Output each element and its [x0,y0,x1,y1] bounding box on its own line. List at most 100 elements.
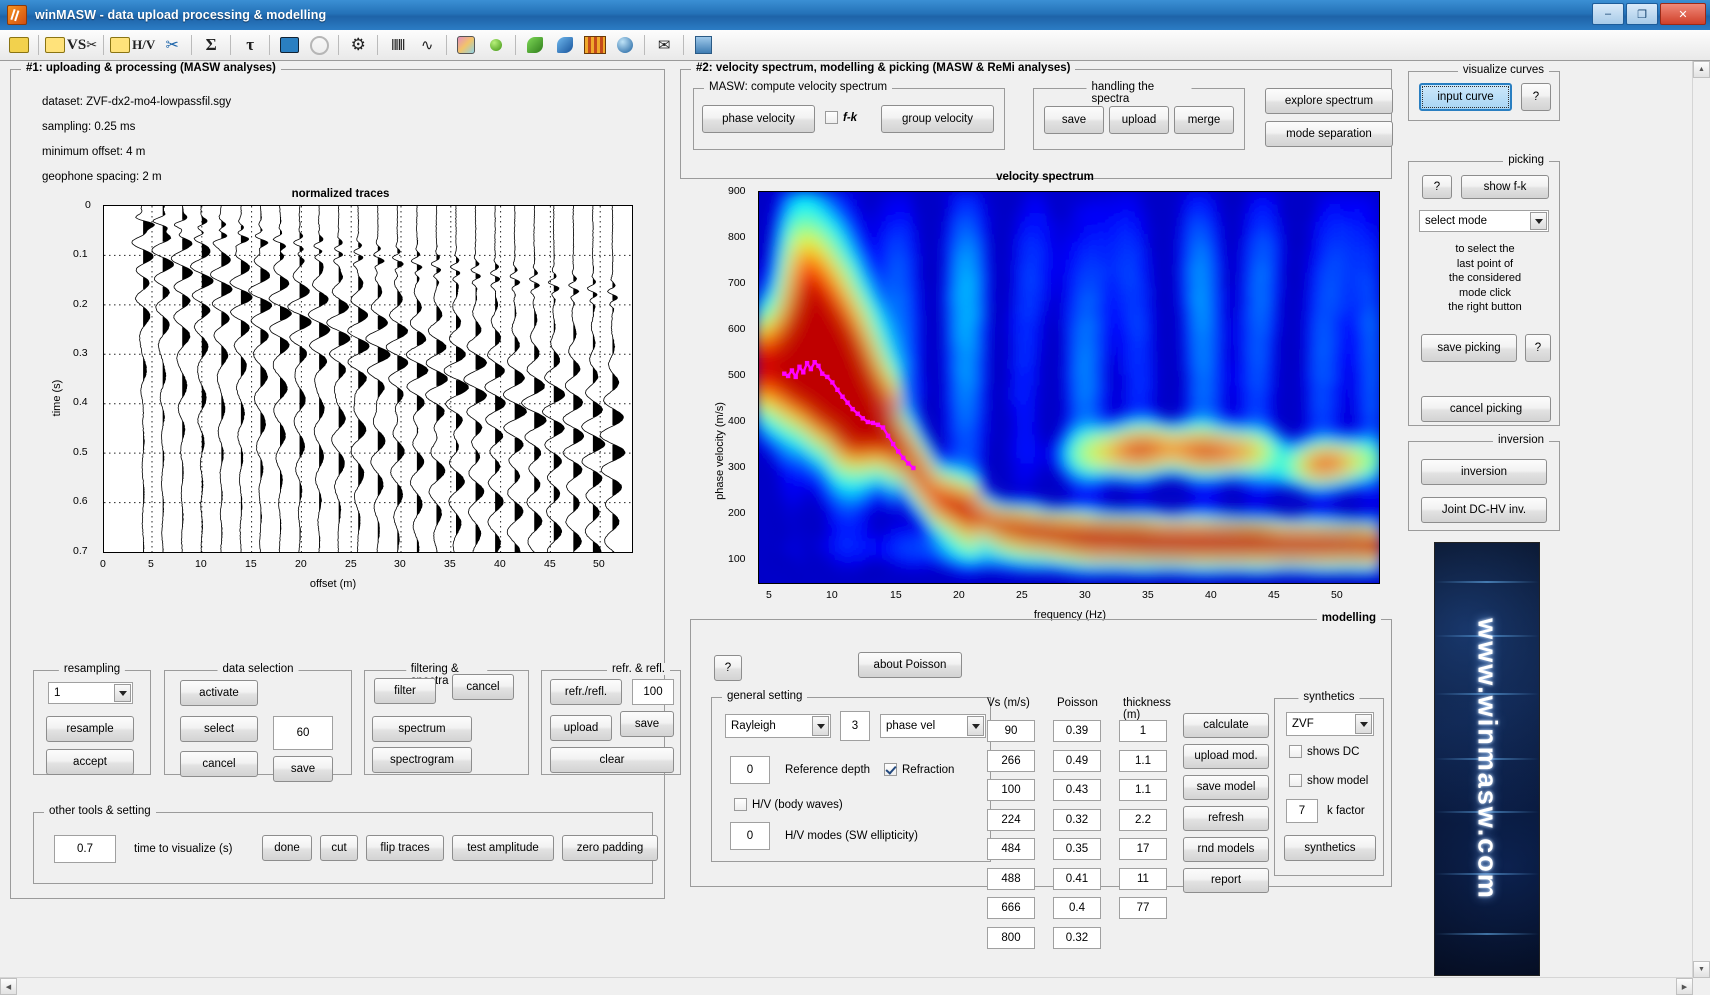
mode-separation-button[interactable]: mode separation [1265,121,1393,147]
resampling-select[interactable]: 1 [48,682,133,704]
globe-icon[interactable] [612,33,638,58]
vs-input[interactable]: 224 [987,808,1035,831]
vs-input[interactable]: 484 [987,838,1035,860]
hv-modes-input[interactable]: 0 [730,822,770,850]
vs-input[interactable]: 90 [987,720,1035,742]
minimize-button[interactable]: – [1592,3,1624,25]
spectra-merge-button[interactable]: merge [1174,106,1234,134]
blue-book-icon[interactable] [552,33,578,58]
traces-plot-area[interactable] [103,205,633,553]
data-selection-value-input[interactable]: 60 [273,716,333,750]
select-button[interactable]: select [180,716,258,742]
open-vs-icon[interactable]: VS ✂ [45,33,97,58]
sum-icon[interactable]: Σ [198,33,224,58]
modelling-help-button[interactable]: ? [714,655,742,681]
close-button[interactable]: ✕ [1660,3,1706,25]
joint-dc-hv-button[interactable]: Joint DC-HV inv. [1421,497,1547,523]
open-hv-icon[interactable]: H/V [110,33,155,58]
movie-icon[interactable] [276,33,302,58]
maximize-button[interactable]: ❐ [1626,3,1658,25]
spectra-upload-button[interactable]: upload [1109,106,1169,134]
synthetics-button[interactable]: synthetics [1284,835,1376,861]
visualize-help-button[interactable]: ? [1521,83,1551,111]
test-amplitude-button[interactable]: test amplitude [452,835,554,861]
fk-checkbox[interactable]: f-k [825,111,857,124]
refr-refl-clear-button[interactable]: clear [550,747,674,773]
refresh-button[interactable]: refresh [1183,806,1269,831]
spectrum-plot-area[interactable] [758,191,1380,584]
chevron-down-icon[interactable] [114,684,131,702]
green-dot-icon[interactable] [483,33,509,58]
input-curve-button[interactable]: input curve [1419,83,1512,111]
poisson-input[interactable]: 0.49 [1053,749,1101,772]
thickness-input[interactable]: 2.2 [1119,808,1167,831]
poisson-input[interactable]: 0.41 [1053,867,1101,890]
disc-icon[interactable] [306,33,332,58]
poisson-input[interactable]: 0.43 [1053,779,1101,801]
hv-body-waves-checkbox-box[interactable] [734,798,747,811]
select-mode-dropdown[interactable]: select mode [1419,210,1549,232]
horizontal-scrollbar[interactable]: ◀ ▶ [0,977,1693,995]
hv-body-waves-checkbox[interactable]: H/V (body waves) [734,798,843,811]
scissors-icon[interactable]: ✂ [159,33,185,58]
poisson-input[interactable]: 0.35 [1053,838,1101,860]
vertical-scrollbar[interactable]: ▲ ▼ [1692,61,1710,995]
explore-spectrum-button[interactable]: explore spectrum [1265,88,1393,114]
cut-button[interactable]: cut [320,835,358,861]
chevron-down-icon[interactable] [1355,714,1372,734]
modes-input[interactable]: 3 [840,711,870,741]
pulse-icon[interactable]: ∿ [414,33,440,58]
map-icon[interactable] [453,33,479,58]
chevron-down-icon[interactable] [812,716,829,736]
green-book-icon[interactable] [522,33,548,58]
cancel-picking-button[interactable]: cancel picking [1421,396,1551,422]
vs-input[interactable]: 800 [987,926,1035,949]
filter-button[interactable]: filter [374,678,436,704]
upload-mod-button[interactable]: upload mod. [1183,744,1269,769]
flip-traces-button[interactable]: flip traces [366,835,444,861]
time-to-visualize-input[interactable]: 0.7 [54,835,116,863]
refr-refl-value-input[interactable]: 100 [632,679,674,705]
thickness-input[interactable]: 17 [1119,838,1167,860]
thickness-input[interactable]: 1.1 [1119,779,1167,801]
accept-button[interactable]: accept [46,749,134,775]
scroll-down-arrow[interactable]: ▼ [1693,961,1710,978]
show-model-checkbox-box[interactable] [1289,774,1302,787]
vs-input[interactable]: 666 [987,897,1035,919]
data-selection-save-button[interactable]: save [273,756,333,782]
spectrogram-button[interactable]: spectrogram [372,747,472,773]
inversion-button[interactable]: inversion [1421,459,1547,485]
chevron-down-icon[interactable] [967,716,984,736]
resample-button[interactable]: resample [46,716,134,742]
group-velocity-button[interactable]: group velocity [881,105,994,133]
reference-depth-input[interactable]: 0 [730,756,770,784]
save-model-button[interactable]: save model [1183,775,1269,800]
k-factor-input[interactable]: 7 [1286,799,1318,823]
refr-refl-button[interactable]: refr./refl. [550,679,622,705]
wave-type-select[interactable]: Rayleigh [725,714,831,738]
picking-help-button[interactable]: ? [1422,175,1452,199]
rnd-models-button[interactable]: rnd models [1183,837,1269,862]
poisson-input[interactable]: 0.32 [1053,808,1101,831]
thickness-input[interactable]: 77 [1119,897,1167,919]
report-button[interactable]: report [1183,868,1269,893]
vs-input[interactable]: 100 [987,779,1035,801]
scroll-left-arrow[interactable]: ◀ [0,978,17,995]
picking-help2-button[interactable]: ? [1525,334,1551,362]
chevron-down-icon[interactable] [1530,212,1547,230]
filtering-cancel-button[interactable]: cancel [452,674,514,700]
spectra-save-button[interactable]: save [1044,106,1104,134]
fk-checkbox-box[interactable] [825,111,838,124]
show-fk-button[interactable]: show f-k [1461,175,1549,199]
vs-input[interactable]: 488 [987,867,1035,890]
thickness-input[interactable]: 1 [1119,720,1167,742]
zero-padding-button[interactable]: zero padding [562,835,658,861]
scroll-right-arrow[interactable]: ▶ [1676,978,1693,995]
scroll-up-arrow[interactable]: ▲ [1693,61,1710,78]
phase-velocity-button[interactable]: phase velocity [702,105,815,133]
waveform-icon[interactable]: ‖‖‖ [384,33,410,58]
poisson-input[interactable]: 0.4 [1053,897,1101,919]
activate-button[interactable]: activate [180,680,258,706]
exit-icon[interactable] [690,33,716,58]
refraction-checkbox[interactable]: Refraction [884,763,954,776]
